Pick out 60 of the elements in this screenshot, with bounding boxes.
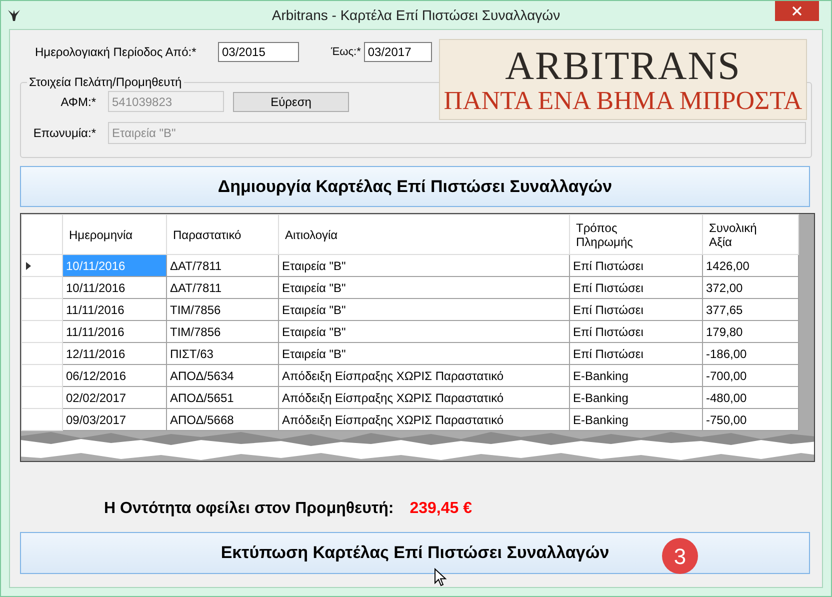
table-cell: ΔΑΤ/7811: [166, 254, 278, 276]
period-from-field[interactable]: 03/2015: [218, 42, 299, 62]
table-cell: 179,80: [702, 320, 798, 342]
table-cell: 11/11/2016: [62, 320, 166, 342]
table-cell: ΑΠΟΔ/5651: [166, 386, 278, 408]
table-cell: ΑΠΟΔ/5668: [166, 408, 278, 430]
table-cell: E-Banking: [570, 386, 702, 408]
balance-label: Η Οντότητα οφείλει στον Προμηθευτή:: [104, 499, 394, 519]
table-cell: Εταιρεία "Β": [278, 342, 570, 364]
table-cell: Απόδειξη Είσπραξης ΧΩΡΙΣ Παραστατικό: [278, 408, 570, 430]
table-cell: 10/11/2016: [62, 276, 166, 298]
table-cell: Εταιρεία "Β": [278, 320, 570, 342]
vat-label: ΑΦΜ:*: [60, 94, 96, 110]
column-header[interactable]: Αιτιολογία: [285, 228, 375, 242]
table-cell: Επί Πιστώσει: [570, 298, 702, 320]
table-cell: Εταιρεία "Β": [278, 276, 570, 298]
balance-value: 239,45 €: [410, 499, 472, 519]
table-cell: E-Banking: [570, 408, 702, 430]
table-cell: ΠΙΣΤ/63: [166, 342, 278, 364]
table-cell: 11/11/2016: [62, 298, 166, 320]
table-cell: 02/02/2017: [62, 386, 166, 408]
table-cell: Επί Πιστώσει: [570, 254, 702, 276]
table-cell: 1426,00: [702, 254, 798, 276]
table-cell: ΑΠΟΔ/5634: [166, 364, 278, 386]
bird-icon: [7, 8, 21, 22]
period-to-label: Έως:*: [331, 44, 361, 60]
create-card-button[interactable]: Δημιουργία Καρτέλας Επί Πιστώσει Συναλλαγών: [20, 166, 810, 207]
table-cell: Εταιρεία "Β": [278, 298, 570, 320]
mouse-cursor-icon: [434, 568, 447, 587]
table-cell: -700,00: [702, 364, 798, 386]
table-cell: -480,00: [702, 386, 798, 408]
table-cell: 09/03/2017: [62, 408, 166, 430]
period-to-field[interactable]: 03/2017: [364, 42, 432, 62]
table-cell: 12/11/2016: [62, 342, 166, 364]
table-cell: ΤΙΜ/7856: [166, 320, 278, 342]
logo-slogan: ΠΑΝΤΑ ΕΝΑ ΒΗΜΑ ΜΠΡΟΣΤΑ: [444, 86, 802, 114]
table-cell: Επί Πιστώσει: [570, 320, 702, 342]
period-from-label: Ημερολογιακή Περίοδος Από:*: [35, 44, 198, 61]
table-cell: 377,65: [702, 298, 798, 320]
table-cell: E-Banking: [570, 364, 702, 386]
table-cell: Απόδειξη Είσπραξης ΧΩΡΙΣ Παραστατικό: [278, 386, 570, 408]
table-cell: 06/12/2016: [62, 364, 166, 386]
close-button[interactable]: [775, 1, 819, 21]
logo-name: ARBITRANS: [505, 44, 741, 86]
table-cell: -750,00: [702, 408, 798, 430]
group-title: Στοιχεία Πελάτη/Προμηθευτή: [27, 74, 184, 90]
table-cell: -186,00: [702, 342, 798, 364]
company-name-label: Επωνυμία:*: [32, 124, 96, 142]
table-cell: Εταιρεία "Β": [278, 254, 570, 276]
table-cell: Επί Πιστώσει: [570, 276, 702, 298]
table-cell: 10/11/2016: [62, 254, 166, 276]
table-cell: ΔΑΤ/7811: [166, 276, 278, 298]
row-pointer-icon: [26, 262, 31, 270]
table-cell: ΤΙΜ/7856: [166, 298, 278, 320]
table-cell: Επί Πιστώσει: [570, 342, 702, 364]
find-button[interactable]: Εύρεση: [233, 92, 349, 112]
window-title: Arbitrans - Καρτέλα Επί Πιστώσει Συναλλαγών: [270, 6, 562, 25]
table-cell: 372,00: [702, 276, 798, 298]
table-cell: Απόδειξη Είσπραξης ΧΩΡΙΣ Παραστατικό: [278, 364, 570, 386]
close-icon: [792, 6, 802, 16]
